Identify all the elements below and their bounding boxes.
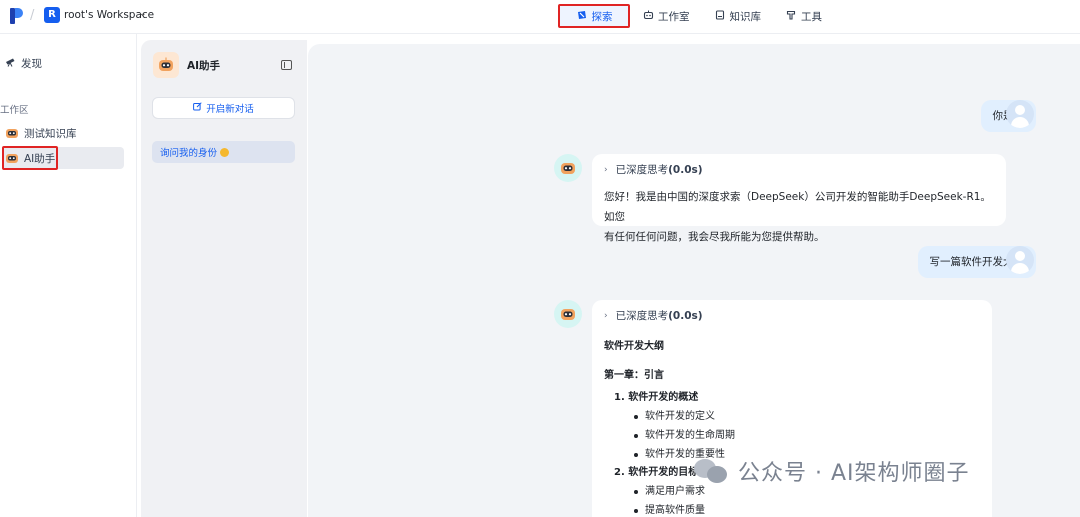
conversation-panel: AI助手 开启新对话 询问我的身份 — [141, 40, 307, 517]
user-avatar — [1006, 100, 1034, 128]
sidebar-item-discover[interactable]: 发现 — [5, 56, 42, 71]
nav-knowledge[interactable]: 知识库 — [702, 4, 774, 28]
bot-avatar — [554, 154, 582, 182]
new-chat-button[interactable]: 开启新对话 — [152, 97, 295, 119]
bot-message-card: › 已深度思考 (0.0s) 您好！我是由中国的深度求索（DeepSeek）公司开… — [592, 154, 1006, 243]
deep-think-time: (0.0s) — [668, 163, 703, 176]
nav-studio-label: 工作室 — [658, 10, 690, 23]
workspace-badge[interactable]: R — [44, 7, 60, 23]
deep-think-label: 已深度思考 — [615, 164, 669, 176]
nav-explore-label: 探索 — [591, 10, 613, 23]
highlight-box — [2, 146, 58, 170]
sidebar-item-label: 测试知识库 — [24, 127, 77, 140]
answer-line: 有任何任何问题，我会尽我所能为您提供帮助。 — [604, 231, 825, 243]
toggle-panel-icon[interactable] — [281, 60, 292, 70]
app-logo[interactable] — [10, 8, 24, 24]
nav-tools-label: 工具 — [801, 10, 822, 23]
nav-tools[interactable]: 工具 — [773, 4, 834, 28]
answer-line: 您好！我是由中国的深度求索（DeepSeek）公司开发的智能助手DeepSeek… — [604, 191, 991, 223]
chevron-right-icon: › — [604, 310, 608, 321]
nav-knowledge-label: 知识库 — [729, 10, 762, 23]
deep-think-toggle[interactable]: › 已深度思考 (0.0s) — [604, 308, 980, 323]
deep-think-toggle[interactable]: › 已深度思考 (0.0s) — [604, 162, 994, 177]
doc-chapter: 第一章：引言 — [604, 370, 664, 381]
smile-emoji-icon — [220, 147, 230, 157]
bot-avatar — [554, 300, 582, 328]
sidebar-item-ai-assistant[interactable]: AI助手 — [2, 146, 124, 170]
user-avatar — [1006, 246, 1034, 274]
nav-studio[interactable]: 工作室 — [630, 4, 702, 28]
doc-section-title: 1. 软件开发的概述 — [614, 392, 699, 403]
edit-icon — [193, 102, 202, 114]
chat-area: 你是谁 › 已深度思考(0.0s) 您好！我是由中国的深度求索（DeepSeek… — [308, 44, 1080, 517]
watermark-text: 公众号 · AI架构师圈子 — [738, 461, 970, 486]
wechat-logo-icon — [694, 457, 730, 485]
doc-list-item: 提高软件质量 — [634, 501, 980, 517]
left-sidebar: 发现 工作区 测试知识库 AI助手 — [0, 34, 137, 517]
telescope-icon — [5, 57, 16, 70]
watermark: 公众号 · AI架构师圈子 — [694, 455, 970, 487]
top-bar: / R root's Workspace ⌄ 探索 工作室 知识库 工具 — [0, 0, 1080, 34]
book-icon — [714, 9, 726, 23]
app-avatar — [153, 52, 179, 78]
deep-think-time: (0.0s) — [668, 309, 703, 322]
doc-title: 软件开发大纲 — [604, 341, 664, 352]
nav-explore[interactable]: 探索 — [558, 4, 630, 28]
divider: / — [30, 8, 35, 23]
app-title: AI助手 — [187, 59, 221, 72]
conversation-item-label: 询问我的身份 — [160, 148, 218, 159]
compass-icon — [576, 10, 588, 23]
robot-avatar-icon — [5, 127, 19, 139]
main-nav: 探索 工作室 知识库 工具 — [558, 4, 834, 28]
deep-think-label: 已深度思考 — [615, 310, 669, 322]
app-header: AI助手 — [153, 52, 220, 78]
doc-list-item: 软件开发的定义 — [634, 407, 980, 426]
chevron-down-icon[interactable]: ⌄ — [139, 9, 147, 19]
sidebar-section-workspace: 工作区 — [0, 105, 29, 116]
sidebar-item-discover-label: 发现 — [21, 58, 42, 70]
new-chat-label: 开启新对话 — [206, 104, 254, 115]
hammer-icon — [785, 10, 797, 23]
doc-list-item: 软件开发的生命周期 — [634, 426, 980, 445]
robot-icon — [642, 10, 654, 23]
bot-answer-text: 您好！我是由中国的深度求索（DeepSeek）公司开发的智能助手DeepSeek… — [604, 187, 994, 247]
sidebar-item-test-kb[interactable]: 测试知识库 — [2, 122, 124, 144]
chevron-right-icon: › — [604, 164, 608, 175]
conversation-item[interactable]: 询问我的身份 — [152, 141, 295, 163]
